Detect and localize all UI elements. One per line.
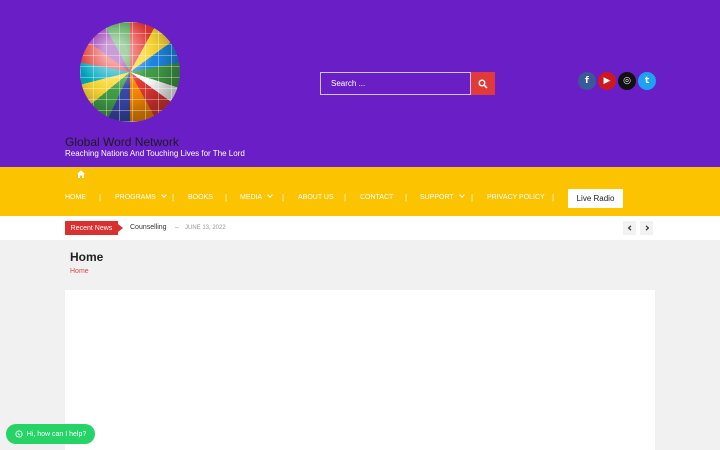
nav-about-us[interactable]: ABOUT US <box>298 194 334 201</box>
search-button[interactable] <box>471 72 495 95</box>
site-title[interactable]: Global Word Network <box>65 135 179 149</box>
nav-media[interactable]: MEDIA <box>240 192 274 201</box>
chevron-down-icon <box>458 192 465 198</box>
nav-media-label: MEDIA <box>240 194 263 201</box>
nav-home[interactable]: HOME <box>65 194 86 201</box>
search-input[interactable] <box>320 72 471 95</box>
youtube-icon[interactable]: ▶ <box>598 72 616 90</box>
nav-books[interactable]: BOOKS <box>188 194 213 201</box>
nav-programs[interactable]: PROGRAMS <box>115 192 167 201</box>
nav-separator: | <box>471 193 474 202</box>
chevron-down-icon <box>267 192 274 198</box>
nav-separator: | <box>99 193 102 202</box>
nav-home-label: HOME <box>65 194 86 201</box>
nav-programs-label: PROGRAMS <box>115 194 156 201</box>
chevron-down-icon <box>161 192 167 198</box>
ticker-next-button[interactable] <box>640 221 653 235</box>
main-content-area <box>65 290 655 450</box>
ticker-divider: – <box>175 224 179 231</box>
nav-separator: | <box>225 193 228 202</box>
home-icon[interactable] <box>76 169 86 179</box>
breadcrumb[interactable]: Home <box>70 268 89 275</box>
chevron-left-icon <box>627 225 631 231</box>
globe-flags-pattern <box>80 22 180 122</box>
site-tagline: Reaching Nations And Touching Lives for … <box>65 149 245 158</box>
nav-privacy-policy-label: PRIVACY POLICY <box>487 194 545 201</box>
ticker-date: JUNE 13, 2022 <box>185 225 226 231</box>
whatsapp-icon <box>15 430 23 438</box>
nav-contact-label: CONTACT <box>360 194 394 201</box>
ticker-headline-link[interactable]: Counselling <box>130 224 167 231</box>
whatsapp-label: Hi, how can I help? <box>26 430 87 438</box>
globe-logo[interactable] <box>80 22 180 122</box>
ticker-prev-button[interactable] <box>623 221 636 235</box>
chevron-right-icon <box>645 225 649 231</box>
nav-separator: | <box>282 193 285 202</box>
nav-privacy-policy[interactable]: PRIVACY POLICY <box>487 194 545 201</box>
recent-news-badge: Recent News <box>65 221 118 235</box>
nav-separator: | <box>405 193 408 202</box>
nav-separator: | <box>172 193 175 202</box>
whatsapp-chat-button[interactable]: Hi, how can I help? <box>6 424 95 444</box>
nav-about-us-label: ABOUT US <box>298 194 334 201</box>
facebook-icon[interactable]: f <box>578 72 596 90</box>
nav-separator: | <box>344 193 347 202</box>
badge-arrow <box>118 224 123 232</box>
page-title: Home <box>70 250 104 264</box>
nav-support[interactable]: SUPPORT <box>420 192 465 201</box>
nav-separator: | <box>552 193 555 202</box>
instagram-icon[interactable]: ◎ <box>618 72 636 90</box>
nav-support-label: SUPPORT <box>420 194 454 201</box>
twitter-icon[interactable]: t <box>638 72 656 90</box>
nav-contact[interactable]: CONTACT <box>360 194 393 201</box>
search-icon <box>478 79 488 89</box>
nav-books-label: BOOKS <box>188 194 213 201</box>
live-radio-button[interactable]: Live Radio <box>568 189 623 208</box>
